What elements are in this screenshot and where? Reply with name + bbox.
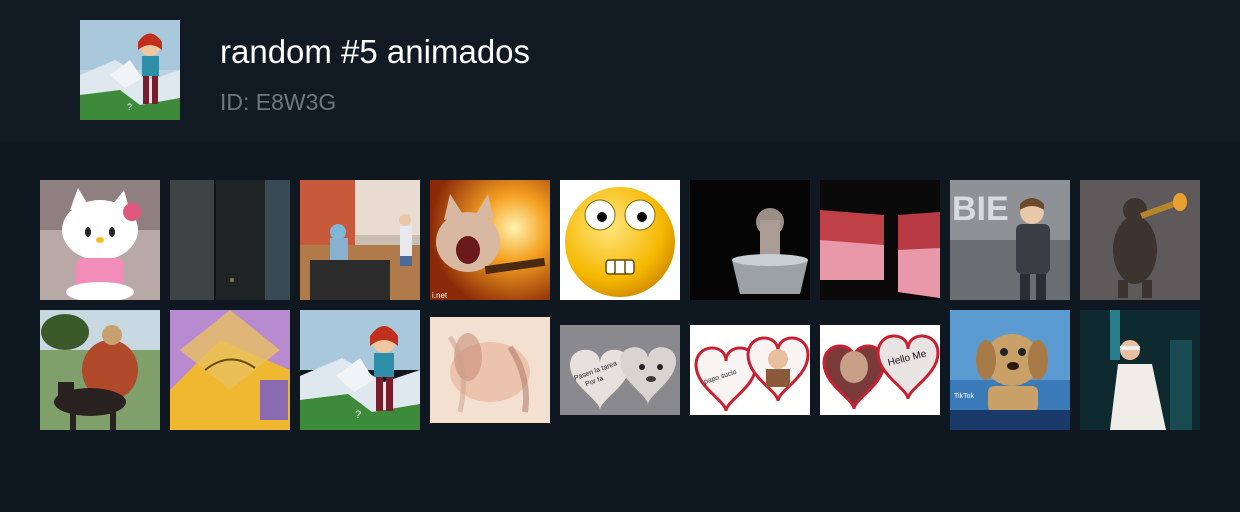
gif-tile-singer-dancing[interactable]: BIE — [950, 180, 1070, 300]
gif-tile-hello-kitty[interactable] — [40, 180, 160, 300]
gif-tile-hearts-dog[interactable]: Pasen la tarea Por fa — [560, 325, 680, 415]
gif-tile-pink-bed[interactable] — [820, 180, 940, 300]
collection-id: ID: E8W3G — [220, 89, 337, 115]
collection-avatar: ? — [80, 20, 180, 120]
gif-tile-dark-door[interactable] — [170, 180, 290, 300]
gif-tile-emoji-face[interactable] — [560, 180, 680, 300]
gif-tile-heart-boy[interactable]: papo sucio — [690, 325, 810, 415]
question-mark-text: ? — [355, 409, 361, 421]
gif-tile-yellow-room[interactable] — [170, 310, 290, 430]
gif-tile-room-scene[interactable] — [300, 180, 420, 300]
collection-title: random #5 animados — [220, 33, 531, 70]
gif-tile-cat-in-tub[interactable] — [690, 180, 810, 300]
collection-header: ? random #5 animados ID: E8W3G — [0, 0, 1240, 141]
gif-tile-bear-trumpet[interactable] — [1080, 180, 1200, 300]
watermark-text: TikTok — [954, 393, 974, 400]
gif-tile-blurry-horse[interactable] — [430, 317, 550, 423]
gif-tile-dancer-white-coat[interactable] — [1080, 310, 1200, 430]
gif-tile-heart-hello-me[interactable]: Hello Me — [820, 325, 940, 415]
question-mark-text: ? — [127, 102, 132, 112]
background-sign-text: BIE — [952, 190, 1009, 228]
gif-tile-screaming-cat-fire[interactable]: i.net — [430, 180, 550, 300]
gif-tile-talking-dog[interactable]: TikTok — [950, 310, 1070, 430]
gif-grid: i.net BIE ? Pasen la tarea Por fa papo s… — [40, 180, 1200, 430]
gif-tile-horse-rider[interactable] — [40, 310, 160, 430]
gif-tile-roblox-avatar[interactable]: ? — [300, 310, 420, 430]
watermark-text: i.net — [432, 291, 448, 300]
